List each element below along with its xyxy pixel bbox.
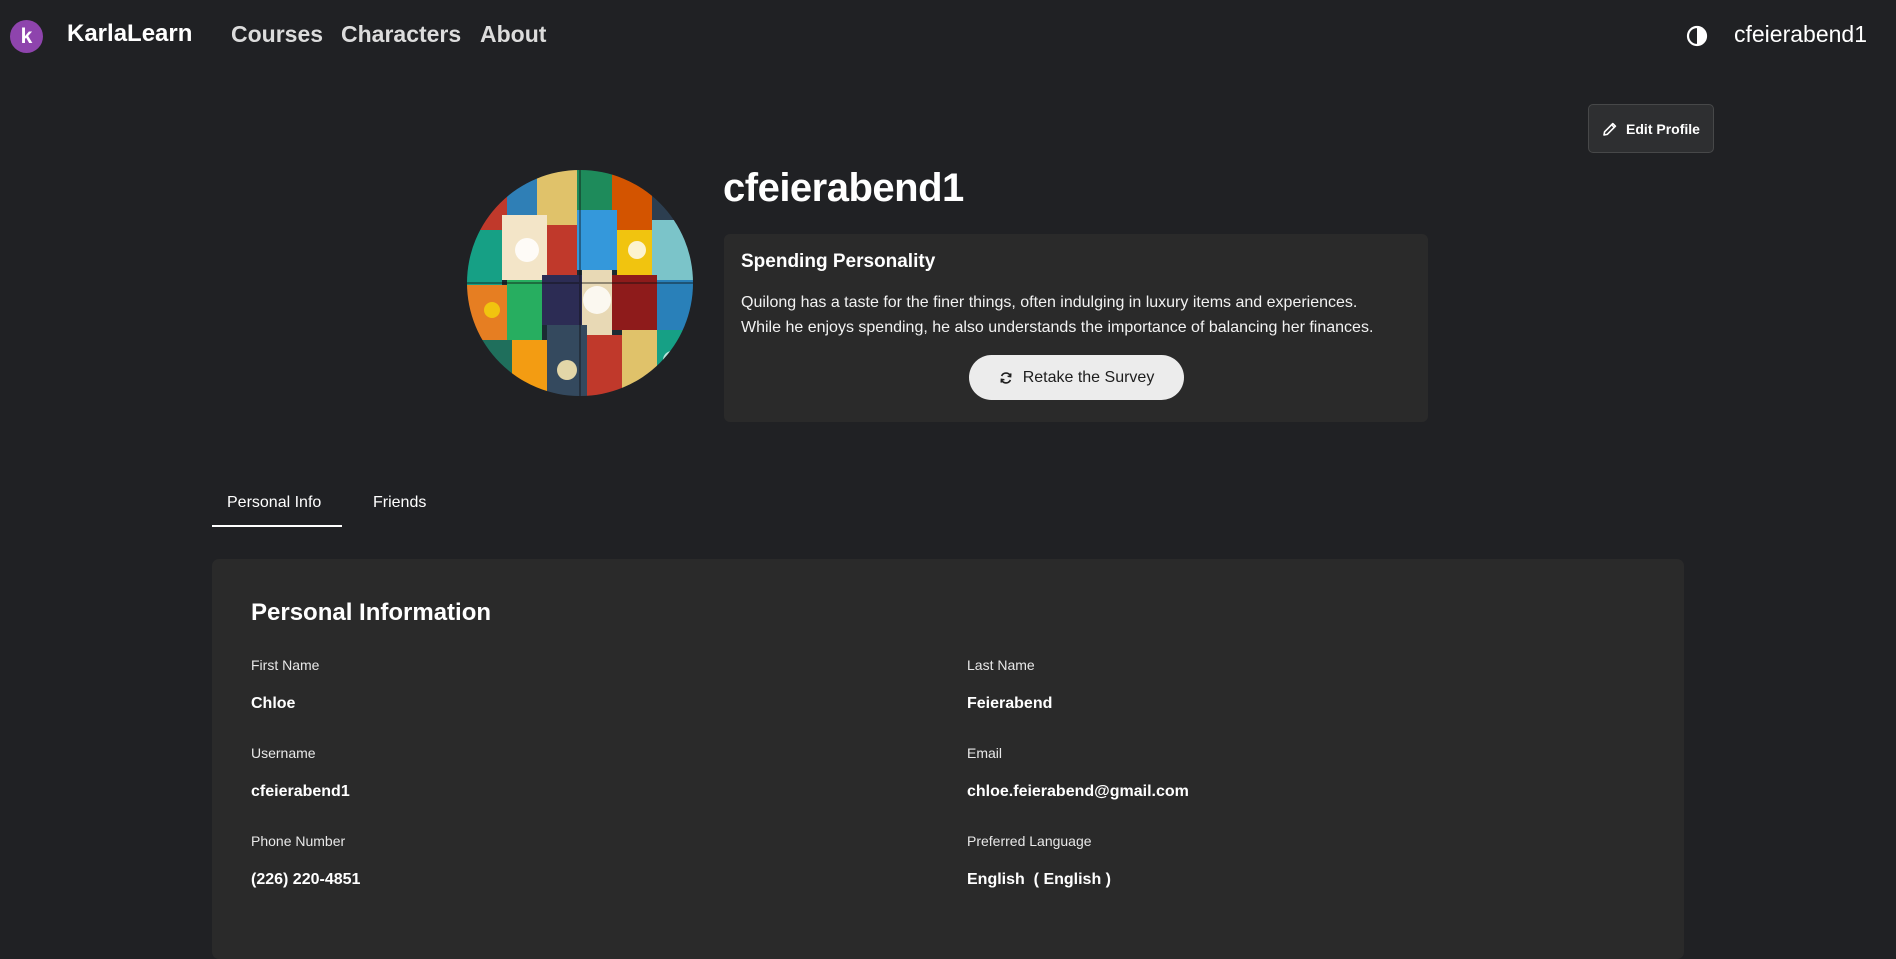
contrast-icon[interactable] xyxy=(1686,25,1708,47)
nav-courses-link[interactable]: Courses xyxy=(231,21,323,48)
preferred-language-value: English ( English ) xyxy=(967,871,1111,888)
personality-line-1: Quilong has a taste for the finer things… xyxy=(741,294,1358,311)
active-tab-indicator xyxy=(212,525,342,527)
personality-description: Quilong has a taste for the finer things… xyxy=(741,290,1421,340)
top-nav: k KarlaLearn Courses Characters About cf… xyxy=(0,0,1896,72)
refresh-icon xyxy=(1000,371,1012,384)
username-label: Username xyxy=(251,745,316,761)
email-label: Email xyxy=(967,745,1003,761)
preferred-language-label: Preferred Language xyxy=(967,833,1092,849)
phone-number-value: (226) 220-4851 xyxy=(251,871,361,888)
retake-survey-label: Retake the Survey xyxy=(1022,368,1155,386)
nav-about-link[interactable]: About xyxy=(480,21,546,48)
avatar-artwork-image xyxy=(467,170,693,396)
email-value: chloe.feierabend@gmail.com xyxy=(967,783,1189,800)
personal-info-heading: Personal Information xyxy=(251,599,492,626)
nav-characters-link[interactable]: Characters xyxy=(341,21,461,48)
brand-name[interactable]: KarlaLearn xyxy=(67,20,192,48)
retake-survey-button[interactable]: Retake the Survey xyxy=(969,355,1184,400)
profile-username-title: cfeierabend1 xyxy=(723,166,964,210)
pencil-icon xyxy=(1603,122,1617,136)
first-name-label: First Name xyxy=(251,657,320,673)
username-value: cfeierabend1 xyxy=(251,783,350,800)
phone-number-label: Phone Number xyxy=(251,833,346,849)
tab-personal-info[interactable]: Personal Info xyxy=(227,494,321,512)
profile-avatar xyxy=(467,170,693,396)
personality-heading: Spending Personality xyxy=(741,251,936,272)
last-name-value: Feierabend xyxy=(967,695,1053,712)
spending-personality-card: Spending Personality Quilong has a taste… xyxy=(724,234,1428,422)
nav-username[interactable]: cfeierabend1 xyxy=(1734,21,1867,48)
personal-info-card: Personal Information First Name Chloe La… xyxy=(212,559,1684,959)
personality-line-2: While he enjoys spending, he also unders… xyxy=(741,319,1374,336)
edit-profile-label: Edit Profile xyxy=(1626,120,1700,137)
logo-icon[interactable]: k xyxy=(10,20,43,53)
edit-profile-button[interactable]: Edit Profile xyxy=(1588,104,1714,153)
first-name-value: Chloe xyxy=(251,695,296,712)
last-name-label: Last Name xyxy=(967,657,1035,673)
tab-friends[interactable]: Friends xyxy=(373,494,426,512)
